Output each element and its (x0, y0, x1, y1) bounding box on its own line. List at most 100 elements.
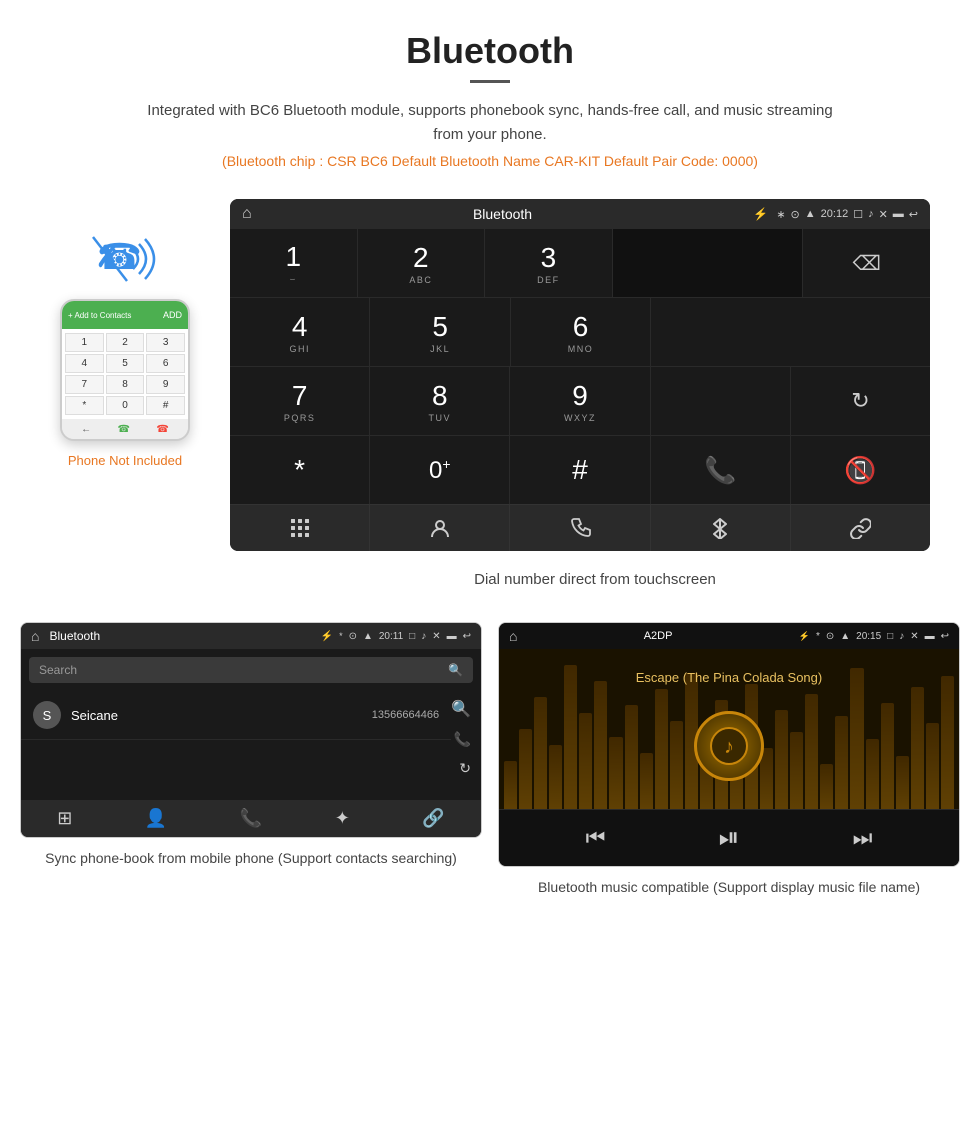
music-back-icon[interactable]: ↩ (941, 631, 949, 642)
back-icon[interactable]: ↩ (909, 208, 918, 221)
prev-track-button[interactable]: ⏮ (586, 825, 606, 851)
bluetooth-symbol: ✗ (95, 237, 122, 275)
phone-endcall-icon[interactable]: ☎ (156, 424, 168, 435)
phone-screen: 1 2 3 4 5 6 7 8 9 * 0 # (62, 329, 188, 419)
nav-phone[interactable] (510, 505, 650, 551)
phone-icon (569, 517, 591, 539)
dial-caption-area: Dial number direct from touchscreen (0, 551, 980, 622)
pb-call-right-icon[interactable]: 📞 (454, 731, 471, 748)
key-9[interactable]: 9 WXYZ (510, 367, 650, 435)
key-hash[interactable]: # (510, 436, 650, 504)
pb-search-icon[interactable]: 🔍 (448, 663, 463, 677)
phone-key-3[interactable]: 3 (146, 333, 185, 352)
pb-usb-icon: ⚡ (321, 631, 333, 642)
pb-cam-icon[interactable]: □ (409, 631, 415, 642)
key-star[interactable]: * (230, 436, 370, 504)
pb-refresh-right-icon[interactable]: ↻ (459, 760, 471, 777)
key-7[interactable]: 7 PQRS (230, 367, 370, 435)
nav-contacts[interactable] (370, 505, 510, 551)
close-icon[interactable]: ✕ (879, 208, 888, 221)
key-5[interactable]: 5 JKL (370, 298, 510, 366)
phone-key-4[interactable]: 4 (65, 354, 104, 373)
refresh-button[interactable]: ↻ (791, 367, 930, 435)
window-icon[interactable]: ▬ (893, 208, 904, 220)
pb-search-right-icon[interactable]: 🔍 (451, 699, 471, 719)
dial-bottom-nav (230, 504, 930, 551)
pb-title: Bluetooth (49, 629, 314, 643)
music-controls: ⏮ ⏯ ⏭ (499, 809, 959, 866)
pb-search-bar[interactable]: Search 🔍 (29, 657, 473, 683)
empty-cell-1 (651, 298, 930, 366)
end-call-button[interactable]: 📵 (791, 436, 930, 504)
music-song-name-display: Escape (The Pina Colada Song) (621, 658, 837, 691)
music-caption: Bluetooth music compatible (Support disp… (498, 877, 960, 898)
music-home-icon[interactable]: ⌂ (509, 628, 517, 644)
camera-icon[interactable]: ☐ (853, 208, 863, 221)
key-4[interactable]: 4 GHI (230, 298, 370, 366)
page-title: Bluetooth (20, 30, 960, 72)
music-status-bar: ⌂ A2DP ⚡ * ⊙ ▲ 20:15 □ ♪ ✕ ▬ ↩ (499, 623, 959, 649)
phone-keypad: 1 2 3 4 5 6 7 8 9 * 0 # (65, 333, 185, 415)
pb-nav-bt[interactable]: ✦ (335, 808, 350, 829)
phone-key-6[interactable]: 6 (146, 354, 185, 373)
music-sig-icon: ▲ (840, 631, 850, 642)
key-6[interactable]: 6 MNO (511, 298, 651, 366)
music-title: A2DP (523, 630, 792, 642)
keypad-row-2: 4 GHI 5 JKL 6 MNO (230, 298, 930, 367)
phone-key-1[interactable]: 1 (65, 333, 104, 352)
phone-key-8[interactable]: 8 (106, 375, 145, 394)
pb-nav-link[interactable]: 🔗 (422, 808, 444, 829)
music-usb-icon: ⚡ (799, 631, 810, 642)
volume-icon[interactable]: ♪ (868, 208, 874, 220)
music-win-icon[interactable]: ▬ (925, 631, 935, 642)
phone-mode-label: ADD (163, 310, 182, 320)
music-loc-icon: ⊙ (826, 631, 834, 642)
music-screen: Escape (The Pina Colada Song) ♪ (499, 649, 959, 809)
next-track-button[interactable]: ⏭ (853, 825, 873, 851)
home-icon[interactable]: ⌂ (242, 205, 252, 223)
pb-win-icon[interactable]: ▬ (447, 631, 457, 642)
phone-key-5[interactable]: 5 (106, 354, 145, 373)
key-0[interactable]: 0+ (370, 436, 510, 504)
key-1[interactable]: 1 ⌣ (230, 229, 358, 297)
backspace-button[interactable]: ⌫ (803, 229, 930, 297)
pb-status-bar: ⌂ Bluetooth ⚡ * ⊙ ▲ 20:11 □ ♪ ✕ ▬ ↩ (21, 623, 481, 649)
pb-contact-row[interactable]: S Seicane 13566664466 (21, 691, 451, 740)
pb-home-icon[interactable]: ⌂ (31, 628, 39, 644)
pb-nav-phone[interactable]: 📞 (240, 808, 262, 829)
key-3[interactable]: 3 DEF (485, 229, 613, 297)
call-button[interactable]: 📞 (651, 436, 791, 504)
phone-area: ✗ ☎ + Add to Contacts ADD 1 (20, 199, 230, 468)
nav-keypad[interactable] (230, 505, 370, 551)
svg-text:♪: ♪ (724, 736, 734, 758)
nav-bluetooth[interactable] (651, 505, 791, 551)
phone-key-hash[interactable]: # (146, 396, 185, 415)
music-x-icon[interactable]: ✕ (910, 631, 918, 642)
phone-key-2[interactable]: 2 (106, 333, 145, 352)
pb-vol-icon[interactable]: ♪ (421, 631, 426, 642)
play-pause-button[interactable]: ⏯ (719, 822, 740, 854)
phone-key-9[interactable]: 9 (146, 375, 185, 394)
pb-nav-keypad[interactable]: ⊞ (57, 808, 72, 829)
pb-back-icon[interactable]: ↩ (463, 631, 471, 642)
pb-x-icon[interactable]: ✕ (432, 631, 440, 642)
key-8[interactable]: 8 TUV (370, 367, 510, 435)
phone-key-0[interactable]: 0 (106, 396, 145, 415)
header-info: (Bluetooth chip : CSR BC6 Default Blueto… (20, 153, 960, 169)
bluetooth-nav-icon (709, 517, 731, 539)
music-vol-icon[interactable]: ♪ (899, 631, 904, 642)
phone-call-icon[interactable]: ☎ (118, 424, 130, 435)
nav-link[interactable] (791, 505, 930, 551)
pb-nav-contacts-active[interactable]: 👤 (145, 808, 167, 829)
pb-right-icons: 🔍 📞 ↻ (451, 691, 481, 800)
phone-key-7[interactable]: 7 (65, 375, 104, 394)
key-2[interactable]: 2 ABC (358, 229, 486, 297)
phonebook-screenshot: ⌂ Bluetooth ⚡ * ⊙ ▲ 20:11 □ ♪ ✕ ▬ ↩ Sear… (20, 622, 482, 838)
music-content: ♪ (674, 691, 784, 801)
phone-key-star[interactable]: * (65, 396, 104, 415)
music-album-icon: ♪ (709, 726, 749, 766)
phone-mockup: + Add to Contacts ADD 1 2 3 4 5 6 7 8 9 … (60, 299, 190, 441)
music-cam-icon[interactable]: □ (887, 631, 893, 642)
page-header: Bluetooth Integrated with BC6 Bluetooth … (0, 0, 980, 189)
pb-time: 20:11 (379, 631, 403, 642)
